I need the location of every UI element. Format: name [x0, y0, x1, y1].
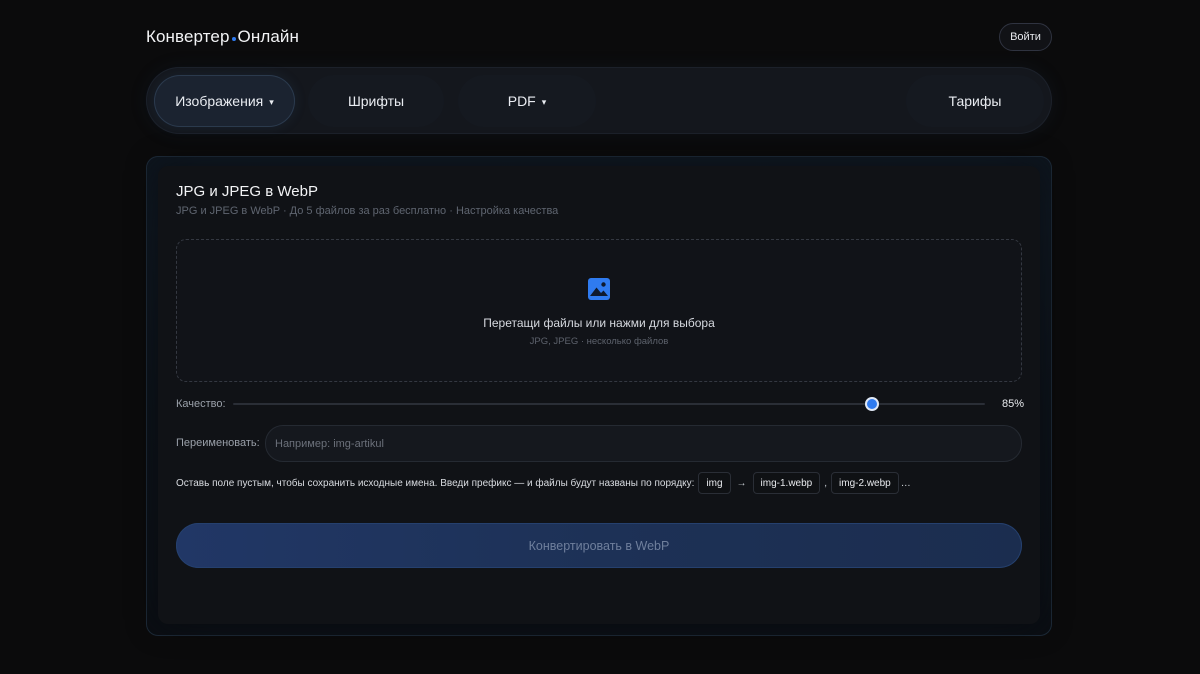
rename-input[interactable]: [265, 425, 1022, 462]
rename-hint-text: Оставь поле пустым, чтобы сохранить исхо…: [176, 477, 695, 489]
nav-item-pdf[interactable]: PDF ▾: [458, 75, 596, 127]
page: Конвертер Онлайн Войти Изображения ▾ Шри…: [0, 0, 1200, 674]
nav-item-pricing[interactable]: Тарифы: [906, 75, 1044, 127]
logo-text-secondary: Онлайн: [237, 27, 300, 46]
login-button[interactable]: Войти: [999, 23, 1052, 51]
page-subtitle: JPG и JPEG в WebP · До 5 файлов за раз б…: [176, 205, 559, 217]
quality-label: Качество:: [176, 398, 226, 410]
example-file-chip: img-1.webp: [752, 472, 821, 494]
nav-item-label: Шрифты: [347, 93, 405, 109]
main-nav: Изображения ▾ Шрифты PDF ▾ Тарифы: [146, 67, 1052, 134]
quality-value: 85%: [1002, 398, 1025, 410]
nav-item-label: Изображения: [175, 93, 264, 109]
arrow-right-icon: →: [736, 477, 747, 489]
nav-item-images[interactable]: Изображения ▾: [154, 75, 295, 127]
rename-label: Переименовать:: [176, 437, 260, 449]
logo[interactable]: Конвертер Онлайн: [146, 27, 299, 47]
logo-text-primary: Конвертер: [146, 27, 230, 46]
example-file-chip: img-2.webp: [831, 472, 899, 494]
caret-down-icon: ▾: [269, 96, 274, 107]
nav-item-fonts[interactable]: Шрифты: [308, 75, 444, 127]
nav-item-label: PDF: [507, 93, 536, 109]
nav-item-label: Тарифы: [948, 93, 1002, 109]
example-ellipsis: …: [900, 477, 911, 489]
dropzone-hint: JPG, JPEG · несколько файлов: [529, 336, 669, 347]
image-icon: [588, 278, 610, 300]
dropzone-text: Перетащи файлы или нажми для выбора: [483, 316, 715, 330]
rename-hint: Оставь поле пустым, чтобы сохранить исхо…: [176, 472, 911, 494]
example-prefix-chip: img: [698, 472, 731, 494]
example-separator: ,: [824, 477, 828, 489]
convert-button[interactable]: Конвертировать в WebP: [176, 523, 1022, 568]
file-dropzone[interactable]: [176, 239, 1022, 382]
caret-down-icon: ▾: [541, 96, 547, 107]
page-title: JPG и JPEG в WebP: [176, 183, 318, 200]
logo-dot-icon: [231, 37, 236, 41]
